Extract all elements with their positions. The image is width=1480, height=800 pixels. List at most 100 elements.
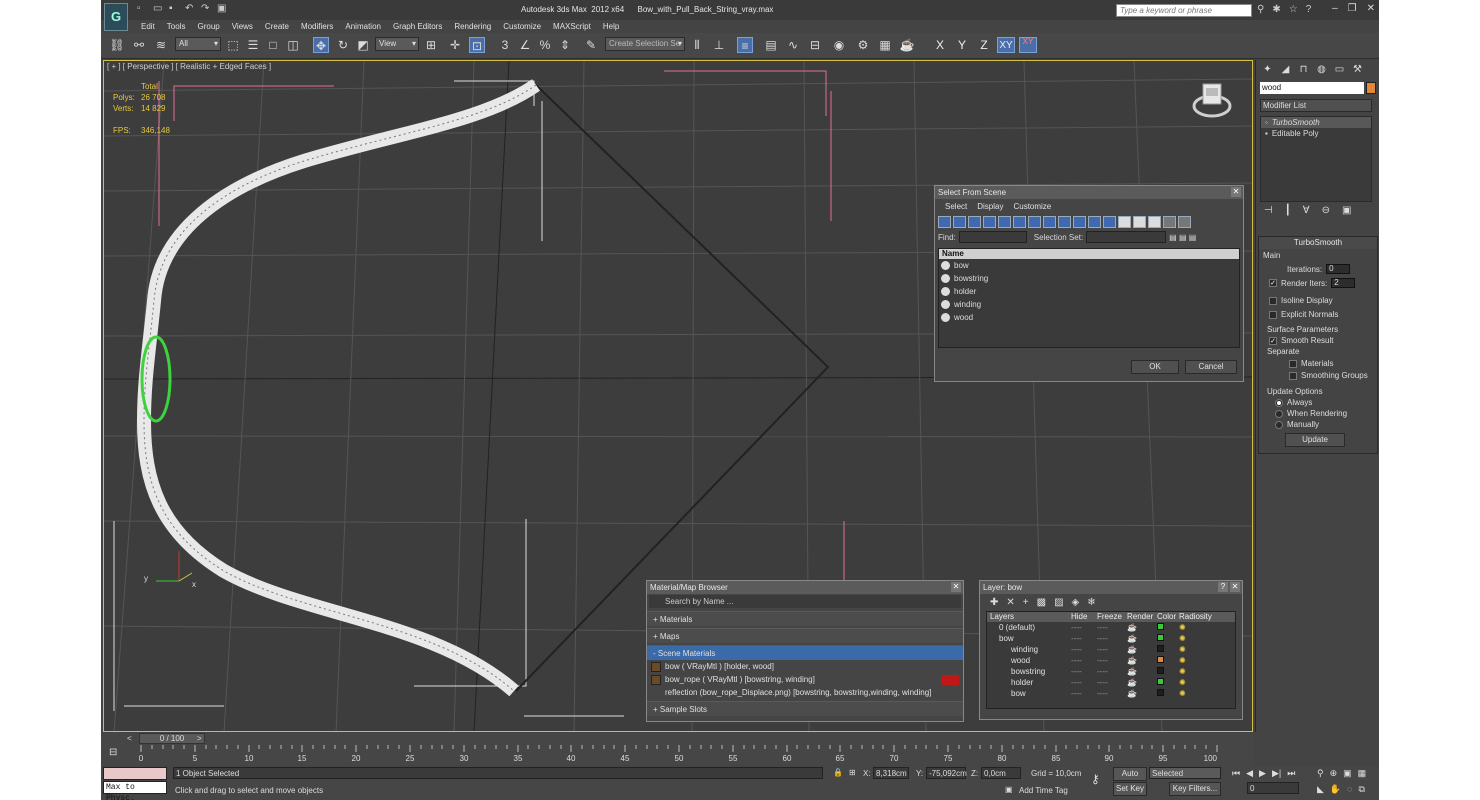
x-coord-input[interactable]: 8,318cm bbox=[873, 767, 909, 779]
project-folder-icon[interactable]: ▣ bbox=[217, 4, 227, 14]
select-scale-icon[interactable]: ◩ bbox=[355, 37, 371, 53]
ok-button[interactable]: OK bbox=[1131, 360, 1179, 374]
help-search-input[interactable]: Type a keyword or phrase bbox=[1116, 4, 1252, 17]
maps-rollup[interactable]: + Maps bbox=[647, 628, 963, 643]
selection-set-tools-icon[interactable]: ▤ ▤ ▤ bbox=[1169, 233, 1196, 242]
filter-containers-icon[interactable] bbox=[1073, 216, 1086, 228]
radiosity-light-icon[interactable]: ✺ bbox=[1179, 666, 1217, 677]
delete-layer-icon[interactable]: ✕ bbox=[1006, 597, 1014, 608]
menu-customize[interactable]: Customize bbox=[497, 20, 547, 33]
menu-graph-editors[interactable]: Graph Editors bbox=[387, 20, 448, 33]
layer-color-swatch[interactable] bbox=[1157, 688, 1179, 699]
materials-rollup[interactable]: + Materials bbox=[647, 611, 963, 626]
utilities-tab-icon[interactable]: ⚒ bbox=[1350, 62, 1365, 77]
sfs-menu-customize[interactable]: Customize bbox=[1013, 202, 1051, 211]
explicit-normals-checkbox[interactable] bbox=[1269, 310, 1277, 319]
zoom-icon[interactable]: ⚲ bbox=[1317, 768, 1324, 779]
percent-snap-icon[interactable]: % bbox=[537, 37, 553, 53]
pin-stack-icon[interactable]: ⊣ bbox=[1264, 205, 1273, 216]
radiosity-light-icon[interactable]: ✺ bbox=[1179, 677, 1217, 688]
layer-hide-toggle[interactable]: ---- bbox=[1071, 633, 1097, 644]
restrict-plane-cycle-button[interactable]: XY bbox=[1019, 37, 1037, 53]
filter-lights-icon[interactable] bbox=[968, 216, 981, 228]
selection-lock-icon[interactable]: 🔒 bbox=[833, 768, 843, 777]
ribbon-icon[interactable]: ▤ bbox=[763, 37, 779, 53]
time-slider[interactable]: 0 / 100 bbox=[139, 733, 205, 744]
select-move-icon[interactable]: ✥ bbox=[313, 37, 329, 53]
mini-curve-editor-icon[interactable]: ⊟ bbox=[109, 747, 125, 761]
add-time-tag-button[interactable]: Add Time Tag bbox=[1019, 786, 1068, 795]
zoom-all-icon[interactable]: ⊕ bbox=[1330, 768, 1338, 779]
layer-color-swatch[interactable] bbox=[1157, 666, 1179, 677]
pivot-center-icon[interactable]: ⊞ bbox=[423, 37, 439, 53]
select-invert-icon[interactable] bbox=[1148, 216, 1161, 228]
help-icon[interactable]: ? bbox=[1306, 4, 1312, 15]
menu-tools[interactable]: Tools bbox=[161, 20, 192, 33]
help-icon[interactable]: ? bbox=[1218, 582, 1228, 592]
render-teapot-icon[interactable]: ☕ bbox=[1127, 644, 1157, 655]
layer-freeze-toggle[interactable]: ---- bbox=[1097, 688, 1127, 699]
spinner-snap-icon[interactable]: ⇕ bbox=[557, 37, 573, 53]
list-item[interactable]: bowstring bbox=[939, 272, 1239, 285]
play-icon[interactable]: ▶ bbox=[1259, 768, 1266, 779]
freeze-all-icon[interactable]: ❄ bbox=[1087, 597, 1095, 608]
table-row[interactable]: bow ---- ---- ☕ ✺ bbox=[987, 688, 1235, 699]
update-manually-radio[interactable] bbox=[1275, 420, 1283, 429]
selection-set-select[interactable] bbox=[1086, 231, 1167, 243]
schematic-view-icon[interactable]: ⊟ bbox=[807, 37, 823, 53]
layer-freeze-toggle[interactable]: ---- bbox=[1097, 644, 1127, 655]
separate-smoothing-groups-checkbox[interactable] bbox=[1289, 371, 1297, 380]
render-teapot-icon[interactable]: ☕ bbox=[1127, 688, 1157, 699]
sample-slots-rollup[interactable]: + Sample Slots bbox=[647, 701, 963, 716]
window-crossing-icon[interactable]: ◫ bbox=[285, 37, 301, 53]
cancel-button[interactable]: Cancel bbox=[1185, 360, 1237, 374]
align-icon[interactable]: ⊥ bbox=[711, 37, 727, 53]
make-unique-icon[interactable]: ∀ bbox=[1303, 205, 1310, 216]
list-item[interactable]: bow ( VRayMtl ) [holder, wood] bbox=[647, 660, 963, 673]
render-teapot-icon[interactable]: ☕ bbox=[1127, 622, 1157, 633]
filter-frozen-icon[interactable] bbox=[1088, 216, 1101, 228]
go-to-end-icon[interactable]: ⏭ bbox=[1287, 768, 1295, 779]
layer-hide-toggle[interactable]: ---- bbox=[1071, 644, 1097, 655]
filter-xrefs-icon[interactable] bbox=[1043, 216, 1056, 228]
minimize-icon[interactable]: – bbox=[1332, 3, 1338, 14]
menu-animation[interactable]: Animation bbox=[339, 20, 387, 33]
time-ruler[interactable]: 0 5 10 15 20 25 30 35 40 45 50 55 60 65 70 75 80 85 90 95 10… bbox=[139, 745, 1219, 763]
menu-views[interactable]: Views bbox=[226, 20, 259, 33]
table-row[interactable]: 0 (default) ---- ---- ☕ ✺ bbox=[987, 622, 1235, 633]
add-to-layer-icon[interactable]: + bbox=[1023, 597, 1029, 608]
material-search-input[interactable]: Search by Name ... bbox=[649, 595, 961, 608]
render-production-icon[interactable]: ☕ bbox=[899, 37, 915, 53]
snaps-toggle-icon[interactable]: 3 bbox=[497, 37, 513, 53]
layer-freeze-toggle[interactable]: ---- bbox=[1097, 677, 1127, 688]
close-icon[interactable]: ✕ bbox=[1231, 187, 1241, 197]
go-to-start-icon[interactable]: ⏮ bbox=[1232, 768, 1240, 779]
render-teapot-icon[interactable]: ☕ bbox=[1127, 633, 1157, 644]
reference-coordinate-select[interactable]: View bbox=[375, 37, 419, 51]
zoom-extents-icon[interactable]: ▣ bbox=[1343, 768, 1352, 779]
viewcube-icon[interactable] bbox=[1192, 78, 1232, 122]
filter-groups-icon[interactable] bbox=[1028, 216, 1041, 228]
named-selection-set-input[interactable]: Create Selection Se bbox=[605, 37, 685, 51]
restrict-xy-button[interactable]: XY bbox=[997, 37, 1015, 53]
subscription-icon[interactable]: ✱ bbox=[1272, 4, 1280, 15]
menu-create[interactable]: Create bbox=[259, 20, 295, 33]
sfs-menu-display[interactable]: Display bbox=[977, 202, 1003, 211]
maxscript-listener-mini[interactable] bbox=[103, 767, 167, 780]
binoculars-icon[interactable]: ⚲ bbox=[1257, 4, 1264, 15]
render-setup-icon[interactable]: ⚙ bbox=[855, 37, 871, 53]
filter-spacewarps-icon[interactable] bbox=[1013, 216, 1026, 228]
star-icon[interactable]: ☆ bbox=[1289, 4, 1298, 15]
stack-item-editable-poly[interactable]: ▪ Editable Poly bbox=[1261, 128, 1371, 139]
table-row[interactable]: bowstring ---- ---- ☕ ✺ bbox=[987, 666, 1235, 677]
object-color-swatch[interactable] bbox=[1366, 82, 1376, 94]
close-icon[interactable]: ✕ bbox=[1230, 582, 1240, 592]
menu-help[interactable]: Help bbox=[597, 20, 625, 33]
render-teapot-icon[interactable]: ☕ bbox=[1127, 677, 1157, 688]
selection-region-icon[interactable]: □ bbox=[265, 37, 281, 53]
set-key-icon[interactable]: ⚷ bbox=[1091, 772, 1100, 786]
modifier-list-select[interactable]: Modifier List bbox=[1260, 99, 1372, 112]
next-frame-icon[interactable]: > bbox=[197, 734, 202, 743]
open-file-icon[interactable]: ▭ bbox=[153, 4, 163, 14]
layer-hide-toggle[interactable]: ---- bbox=[1071, 655, 1097, 666]
